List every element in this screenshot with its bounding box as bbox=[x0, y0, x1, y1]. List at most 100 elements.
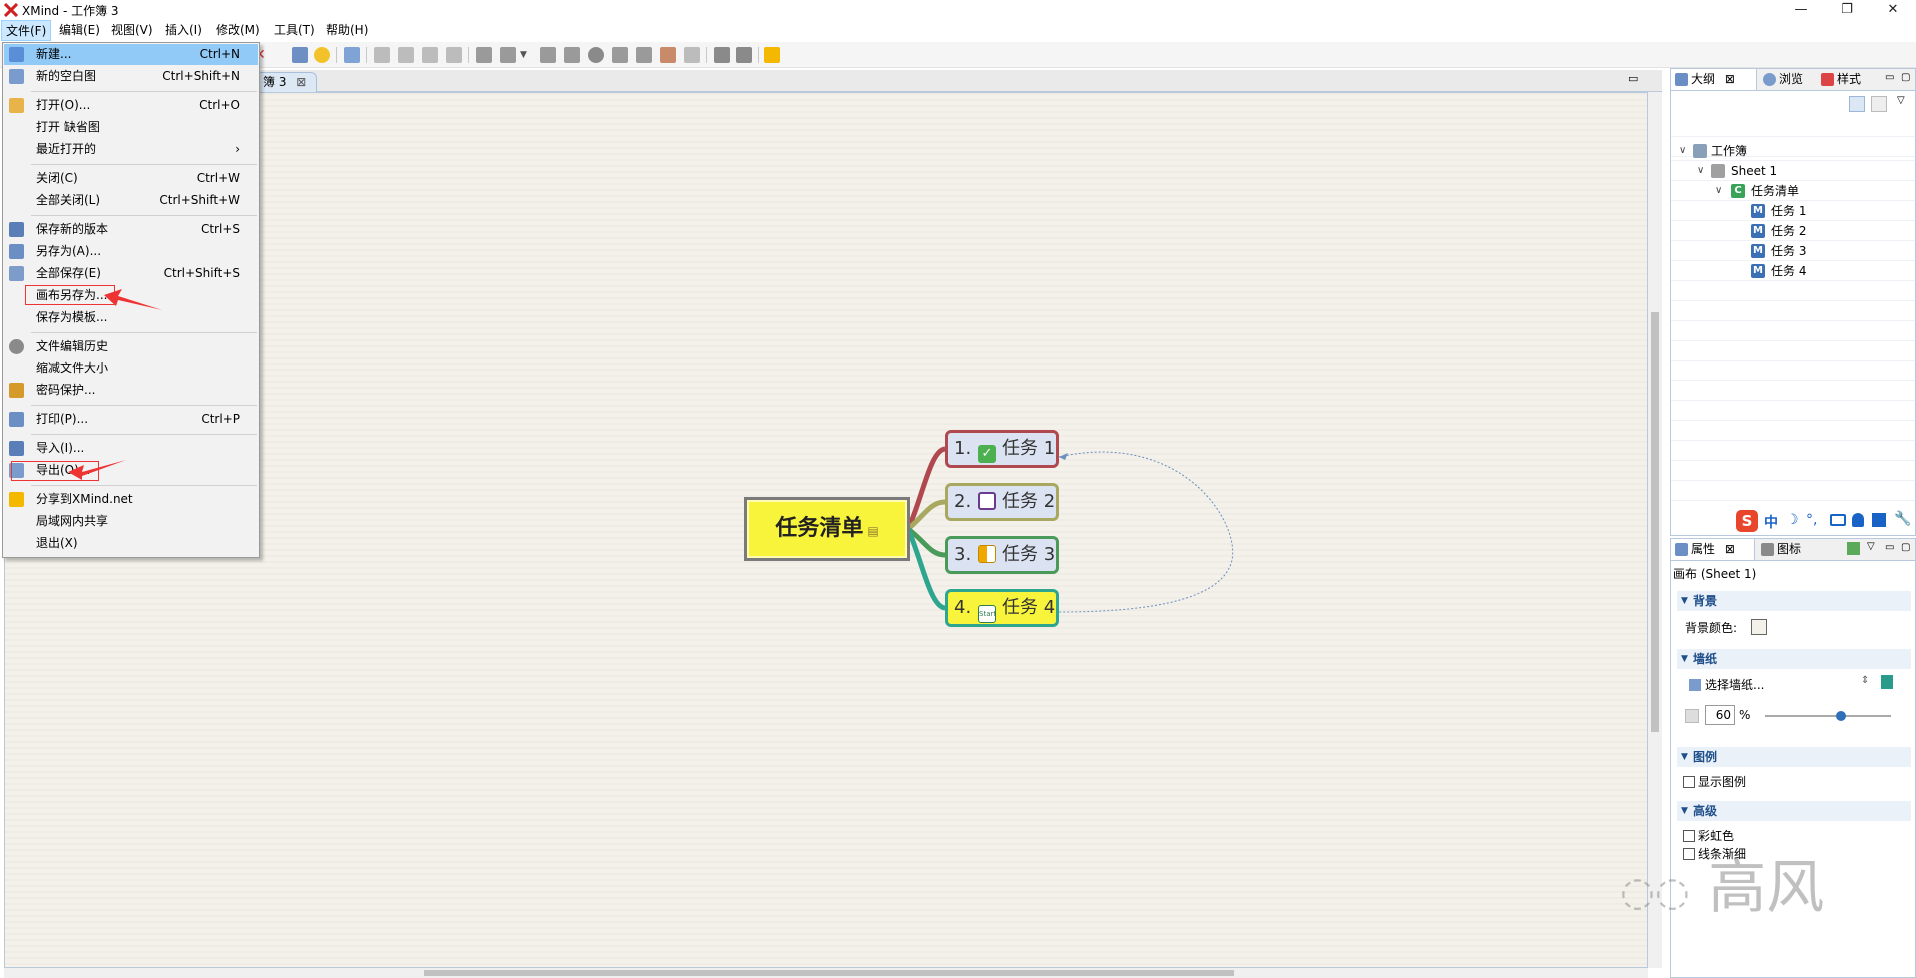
properties-icon bbox=[1675, 543, 1688, 556]
collapse-icon[interactable] bbox=[1871, 96, 1887, 112]
opacity-input[interactable]: 60 bbox=[1705, 705, 1735, 725]
task-topic-3[interactable]: 3. 任务 3 bbox=[945, 536, 1059, 574]
tree-item-sheet[interactable]: ∨ Sheet 1 bbox=[1671, 161, 1915, 181]
minimize-editor-icon[interactable]: ▭ bbox=[1628, 72, 1638, 85]
collapse-triangle-icon: ▼ bbox=[1681, 806, 1688, 816]
outline-toolbar: ▽ bbox=[1671, 93, 1915, 115]
marker-icon[interactable] bbox=[588, 47, 604, 63]
collapse-triangle-icon: ▼ bbox=[1681, 654, 1688, 664]
tab-properties[interactable]: 属性 ⊠ bbox=[1671, 539, 1755, 560]
equation-icon[interactable] bbox=[684, 47, 700, 63]
start-icon: Start bbox=[978, 605, 996, 623]
chevron-down-icon[interactable]: ∨ bbox=[1715, 181, 1722, 201]
structure-icon[interactable] bbox=[446, 47, 462, 63]
panel-minimize-icon[interactable]: ▭ bbox=[1885, 72, 1894, 83]
section-advanced[interactable]: ▼ 高级 bbox=[1677, 801, 1911, 821]
main-topic-icon: M bbox=[1751, 244, 1765, 258]
view-menu-icon[interactable]: ▽ bbox=[1897, 95, 1905, 106]
minimize-button[interactable]: — bbox=[1778, 0, 1824, 20]
props-tab-bar: 属性 ⊠ 图标 ▽ ▭ ▢ bbox=[1671, 539, 1915, 561]
tree-item-task[interactable]: M 任务 3 bbox=[1671, 241, 1915, 261]
tab-close-icon[interactable]: ⊠ bbox=[1725, 542, 1735, 556]
tab-style[interactable]: 样式 bbox=[1817, 69, 1877, 90]
vertical-scroll-thumb[interactable] bbox=[1651, 312, 1659, 732]
move-up-icon[interactable] bbox=[736, 47, 752, 63]
panel-maximize-icon[interactable]: ▢ bbox=[1901, 72, 1910, 83]
menu-item-lan-share[interactable]: 局域网内共享 bbox=[4, 511, 258, 532]
notes-icon[interactable] bbox=[564, 47, 580, 63]
select-wallpaper-button[interactable]: 选择墙纸... bbox=[1705, 676, 1764, 693]
pin-icon[interactable] bbox=[1847, 542, 1860, 555]
tree-item-task[interactable]: M 任务 1 bbox=[1671, 201, 1915, 221]
expand-icon[interactable] bbox=[1849, 96, 1865, 112]
section-legend[interactable]: ▼ 图例 bbox=[1677, 747, 1911, 767]
menu-item-exit[interactable]: 退出(X) bbox=[4, 533, 258, 554]
task-topic-4[interactable]: 4. Start 任务 4 bbox=[945, 589, 1059, 627]
summary-icon[interactable] bbox=[422, 47, 438, 63]
close-button[interactable]: ✕ bbox=[1870, 0, 1916, 20]
horizontal-scrollbar[interactable] bbox=[4, 968, 1648, 978]
punctuation-icon[interactable]: °, bbox=[1806, 512, 1817, 528]
user-icon[interactable] bbox=[1852, 513, 1864, 527]
tree-item-task[interactable]: M 任务 2 bbox=[1671, 221, 1915, 241]
attachment-icon[interactable] bbox=[476, 47, 492, 63]
tree-item-task[interactable]: M 任务 4 bbox=[1671, 261, 1915, 281]
main-topic-icon: M bbox=[1751, 224, 1765, 238]
tree-item-central-topic[interactable]: ∨ C 任务清单 bbox=[1671, 181, 1915, 201]
chevron-down-icon[interactable]: ∨ bbox=[1679, 141, 1686, 161]
wechat-logo-icon: ◌◌ bbox=[1620, 868, 1690, 915]
central-topic[interactable]: 任务清单 ▤ bbox=[744, 497, 910, 561]
vertical-scrollbar[interactable] bbox=[1648, 92, 1662, 968]
opacity-slider[interactable] bbox=[1765, 715, 1891, 717]
task-info-icon[interactable] bbox=[636, 47, 652, 63]
sort-arrows-icon[interactable]: ⇕ bbox=[1861, 675, 1869, 686]
task-number: 3. bbox=[954, 544, 972, 565]
sogou-logo-icon[interactable]: S bbox=[1736, 510, 1758, 532]
moon-icon[interactable]: ☽ bbox=[1786, 512, 1799, 528]
maximize-button[interactable]: ❐ bbox=[1824, 0, 1870, 20]
tab-outline[interactable]: 大纲 ⊠ bbox=[1671, 69, 1757, 90]
audio-icon[interactable] bbox=[660, 47, 676, 63]
tab-close-icon[interactable]: ⊠ bbox=[1725, 72, 1735, 86]
task-number: 4. bbox=[954, 597, 972, 618]
section-background[interactable]: ▼ 背景 bbox=[1677, 591, 1911, 611]
skin-shirt-icon[interactable] bbox=[1872, 513, 1886, 527]
chevron-down-icon[interactable]: ∨ bbox=[1697, 161, 1704, 181]
task-topic-2[interactable]: 2. 任务 2 bbox=[945, 483, 1059, 521]
show-legend-checkbox[interactable]: 显示图例 bbox=[1683, 773, 1746, 790]
trash-icon[interactable] bbox=[1881, 675, 1893, 689]
task-label: 任务 4 bbox=[1002, 597, 1056, 618]
horizontal-scroll-thumb[interactable] bbox=[424, 970, 1234, 976]
task-label: 任务 3 bbox=[1002, 544, 1056, 565]
move-down-icon[interactable] bbox=[714, 47, 730, 63]
panel-minimize-icon[interactable]: ▭ bbox=[1885, 542, 1894, 553]
section-wallpaper[interactable]: ▼ 墙纸 bbox=[1677, 649, 1911, 669]
workbook-icon bbox=[1693, 144, 1707, 158]
annotation-arrows bbox=[68, 289, 162, 480]
background-color-swatch[interactable] bbox=[1751, 619, 1767, 635]
checkbox-done-icon: ✓ bbox=[978, 445, 996, 463]
outline-tab-bar: 大纲 ⊠ 浏览 样式 ▭ ▢ bbox=[1671, 69, 1915, 91]
label-icon[interactable] bbox=[612, 47, 628, 63]
note-icon[interactable]: ▤ bbox=[867, 524, 878, 538]
collapse-triangle-icon: ▼ bbox=[1681, 596, 1688, 606]
hyperlink-icon[interactable] bbox=[540, 47, 556, 63]
share-arrow-icon[interactable] bbox=[764, 47, 780, 63]
task-label: 任务 2 bbox=[1002, 491, 1056, 512]
half-progress-icon bbox=[978, 545, 996, 563]
central-topic-label: 任务清单 bbox=[775, 516, 864, 541]
ime-mode-label[interactable]: 中 bbox=[1764, 512, 1778, 532]
image-icon[interactable] bbox=[500, 47, 516, 63]
image-dropdown-icon[interactable]: ▼ bbox=[520, 47, 528, 63]
keyboard-icon[interactable] bbox=[1830, 514, 1846, 526]
tree-item-workbook[interactable]: ∨ 工作簿 bbox=[1671, 141, 1915, 161]
wrench-icon[interactable]: 🔧 bbox=[1894, 511, 1911, 527]
view-menu-icon[interactable]: ▽ bbox=[1867, 541, 1875, 552]
tab-browse[interactable]: 浏览 bbox=[1759, 69, 1815, 90]
panel-maximize-icon[interactable]: ▢ bbox=[1901, 542, 1910, 553]
boundary-icon[interactable] bbox=[398, 47, 414, 63]
tab-markers[interactable]: 图标 bbox=[1757, 539, 1817, 560]
ime-toolbar: S 中 ☽ °, 🔧 bbox=[1734, 508, 1916, 534]
opacity-slider-thumb[interactable] bbox=[1835, 711, 1846, 721]
task-topic-1[interactable]: 1. ✓ 任务 1 bbox=[945, 430, 1059, 468]
